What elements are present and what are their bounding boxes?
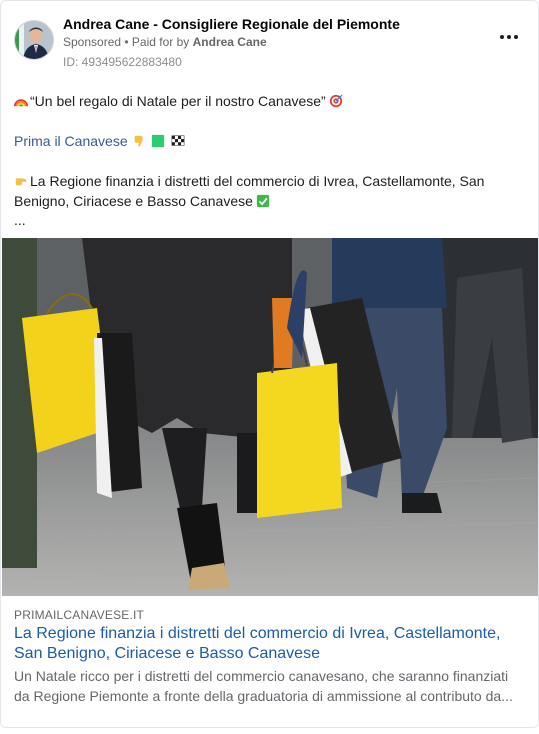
check-mark-button-icon [256,194,270,208]
ad-image[interactable] [2,238,538,596]
page-avatar[interactable] [14,20,54,60]
link-description-line-2: da Regione Piemonte a fronte della gradu… [14,688,513,704]
post-line-2: Prima il Canavese [14,131,524,151]
checkered-flag-icon [171,135,185,146]
paid-for-prefix: • Paid for by [121,35,193,49]
post-line-4: Benigno, Ciriacese e Basso Canavese [14,191,524,211]
sponsored-label[interactable]: Sponsored [63,35,121,49]
see-more-ellipsis[interactable]: ... [14,211,524,229]
ad-card: Andrea Cane - Consigliere Regionale del … [0,0,539,728]
pointing-down-hand-icon [134,135,142,147]
post-line-3: La Regione finanzia i distretti del comm… [14,171,524,191]
more-horizontal-icon[interactable] [500,33,518,41]
link-description-line-1: Un Natale ricco per i distretti del comm… [14,668,509,684]
target-icon [329,94,343,108]
link-domain: PRIMAILCANAVESE.IT [14,608,145,622]
page-name[interactable]: Andrea Cane - Consigliere Regionale del … [63,16,400,32]
ad-id: ID: 493495622883480 [63,55,182,69]
rainbow-icon [14,99,28,107]
post-line-4-text: Benigno, Ciriacese e Basso Canavese [14,193,253,209]
post-text: “Un bel regalo di Natale per il nostro C… [14,91,524,229]
post-header: Andrea Cane - Consigliere Regionale del … [14,15,524,75]
link-description: Un Natale ricco per i distretti del comm… [14,666,524,706]
link-headline[interactable]: La Regione finanzia i distretti del comm… [14,624,524,664]
post-line-1-text: “Un bel regalo di Natale per il nostro C… [30,93,326,109]
pointing-right-hand-icon [15,178,27,186]
green-square-icon [152,134,165,148]
post-line-2-text[interactable]: Prima il Canavese [14,133,128,149]
post-line-1: “Un bel regalo di Natale per il nostro C… [14,91,524,111]
paid-for-name: Andrea Cane [192,35,267,49]
link-preview[interactable]: PRIMAILCANAVESE.IT La Regione finanzia i… [1,596,538,727]
post-line-3-text: La Regione finanzia i distretti del comm… [30,173,485,189]
sponsored-line: Sponsored • Paid for by Andrea Cane [63,35,267,49]
